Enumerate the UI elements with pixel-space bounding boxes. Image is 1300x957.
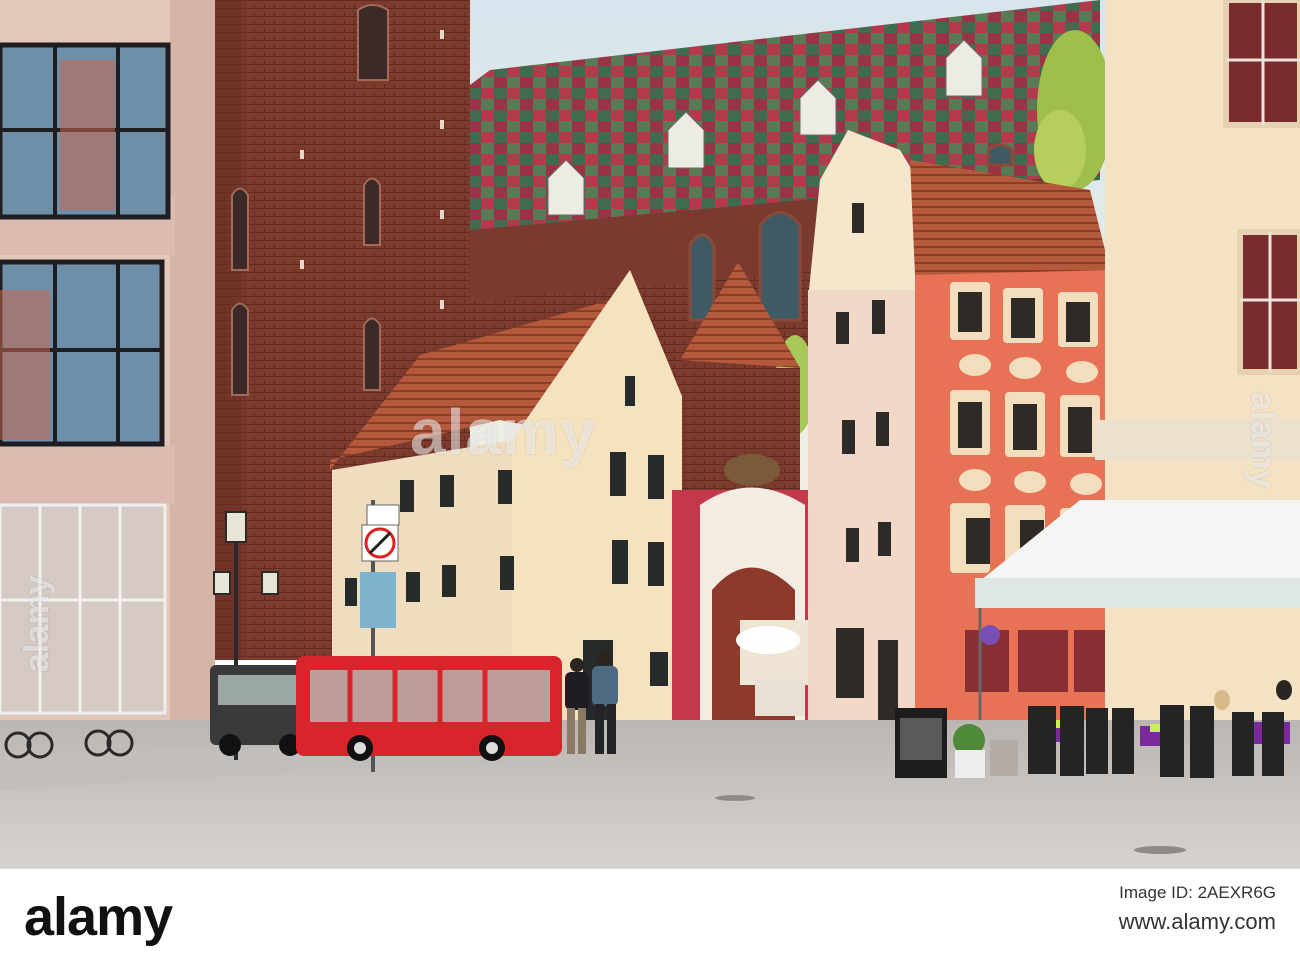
old-town-square-photo <box>0 0 1300 868</box>
red-shuttle-cart <box>296 656 562 761</box>
ornate-archway-gate <box>672 454 830 730</box>
site-url[interactable]: www.alamy.com <box>1119 909 1276 935</box>
sandwich-board-sign <box>895 708 947 778</box>
dark-shuttle-cart <box>210 665 310 756</box>
red-baroque-house <box>808 130 1125 730</box>
photo-scene: alamy alamy alamy <box>0 0 1300 868</box>
image-id: Image ID: 2AEXR6G <box>1119 883 1276 902</box>
footer-meta: Image ID: 2AEXR6G www.alamy.com <box>1119 883 1276 935</box>
stock-footer: alamy Image ID: 2AEXR6G www.alamy.com <box>0 868 1300 957</box>
left-modern-building <box>0 0 215 760</box>
alamy-logo: alamy <box>24 887 173 947</box>
right-building <box>1095 0 1300 760</box>
